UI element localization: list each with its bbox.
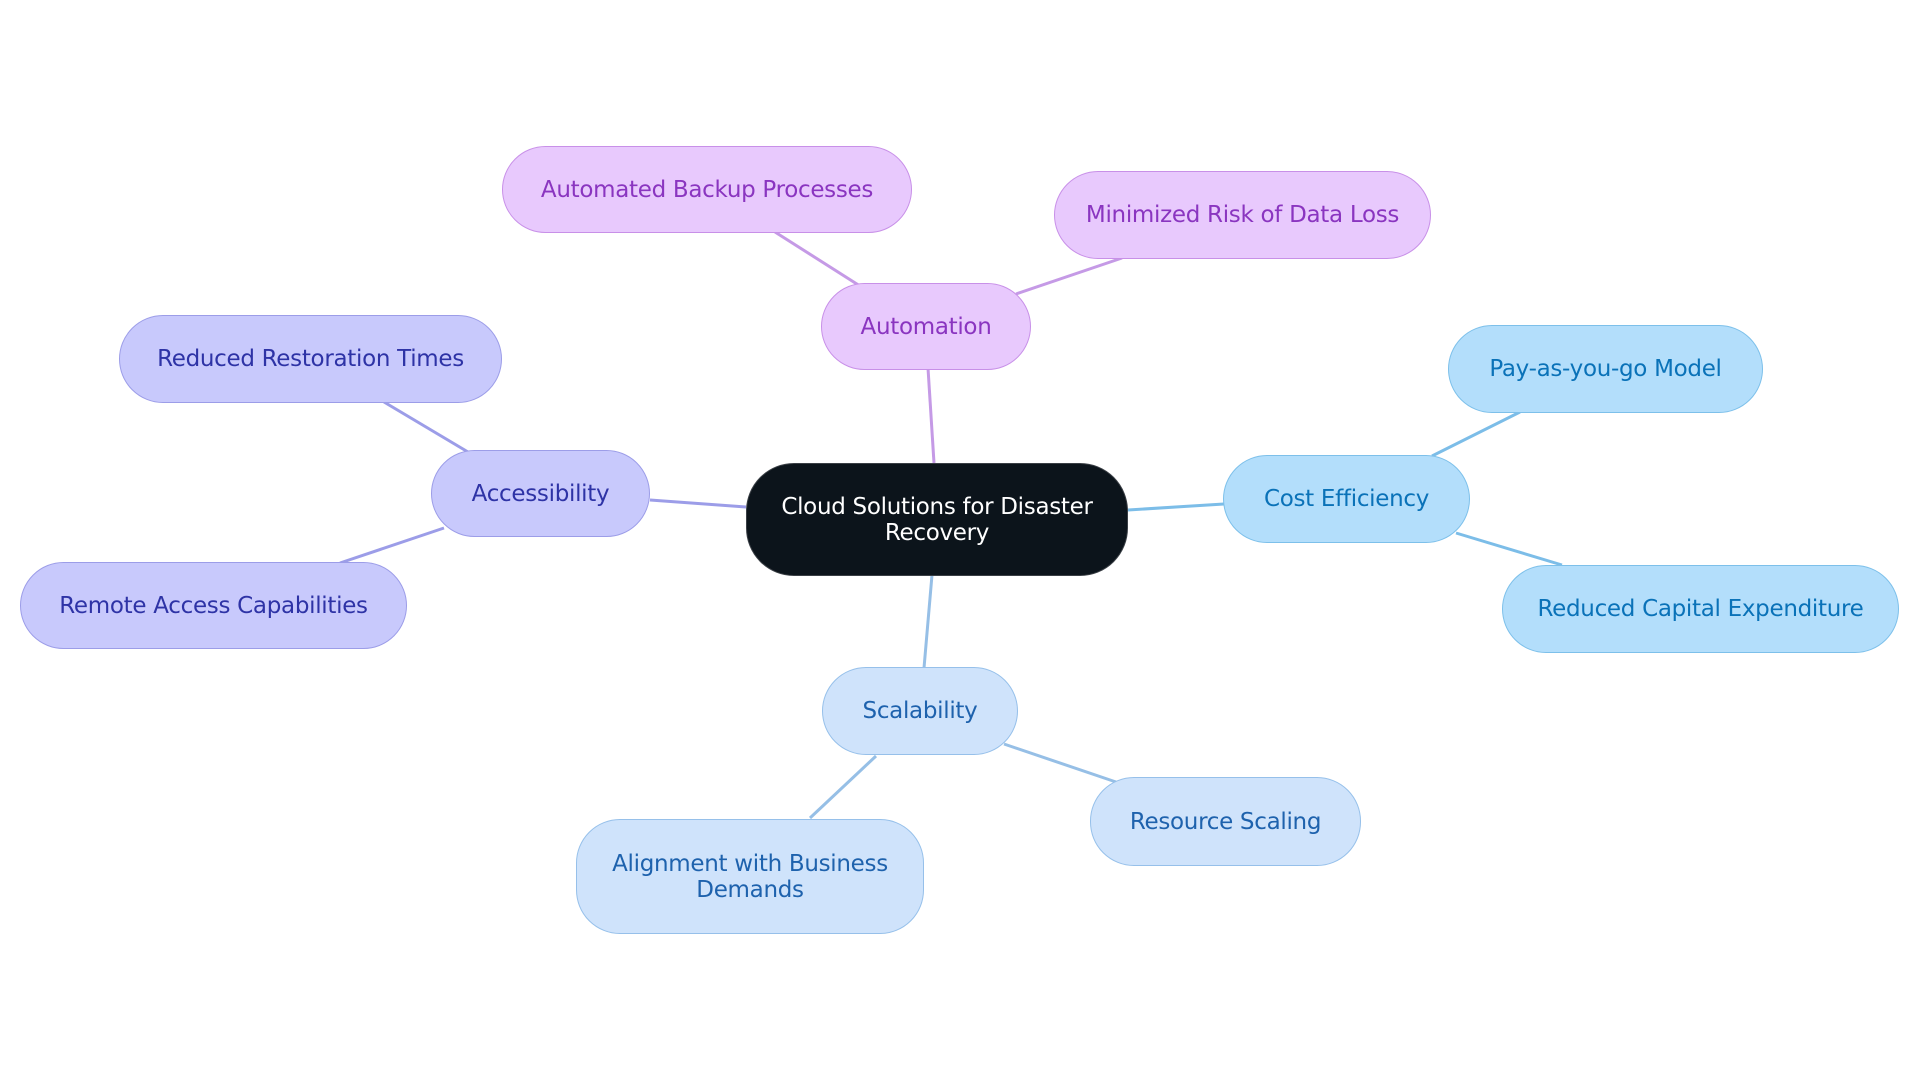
leaf-node-remote-access[interactable]: Remote Access Capabilities [20, 562, 407, 649]
branch-node-scalability[interactable]: Scalability [822, 667, 1018, 755]
edge-scalability-alignment [808, 754, 878, 820]
edge-automation-risk [1015, 256, 1123, 296]
branch-node-label: Scalability [862, 698, 978, 724]
branch-node-label: Accessibility [471, 480, 610, 507]
edge-automation-backup [774, 230, 861, 288]
root-node-label: Cloud Solutions for Disaster Recovery [781, 493, 1093, 546]
leaf-node-label: Minimized Risk of Data Loss [1085, 202, 1400, 228]
edge-root-automation [926, 367, 936, 464]
branch-node-label: Cost Efficiency [1263, 486, 1430, 512]
edge-cost-capex [1455, 531, 1563, 567]
branch-node-cost-efficiency[interactable]: Cost Efficiency [1223, 455, 1470, 543]
edge-root-cost [1127, 502, 1225, 512]
leaf-node-alignment[interactable]: Alignment with Business Demands [576, 819, 924, 934]
leaf-node-reduced-restoration[interactable]: Reduced Restoration Times [119, 315, 502, 403]
leaf-node-automated-backup[interactable]: Automated Backup Processes [502, 146, 912, 233]
leaf-node-pay-as-you-go[interactable]: Pay-as-you-go Model [1448, 325, 1763, 413]
leaf-node-label: Resource Scaling [1129, 808, 1322, 835]
edge-accessibility-remote [339, 526, 445, 565]
leaf-node-minimized-risk[interactable]: Minimized Risk of Data Loss [1054, 171, 1431, 259]
leaf-node-label: Reduced Capital Expenditure [1537, 596, 1864, 622]
leaf-node-label: Pay-as-you-go Model [1489, 356, 1722, 382]
leaf-node-reduced-capex[interactable]: Reduced Capital Expenditure [1502, 565, 1899, 653]
branch-node-automation[interactable]: Automation [821, 283, 1031, 370]
leaf-node-label: Remote Access Capabilities [59, 592, 368, 619]
leaf-node-label: Alignment with Business Demands [612, 850, 888, 903]
leaf-node-label: Reduced Restoration Times [157, 346, 464, 372]
leaf-node-resource-scaling[interactable]: Resource Scaling [1090, 777, 1361, 866]
edge-root-accessibility [649, 498, 747, 509]
edge-root-scalability [922, 574, 934, 669]
root-node[interactable]: Cloud Solutions for Disaster Recovery [746, 463, 1128, 576]
edge-accessibility-restoration [383, 400, 469, 454]
branch-node-accessibility[interactable]: Accessibility [431, 450, 650, 537]
edge-scalability-resource [1003, 742, 1117, 784]
leaf-node-label: Automated Backup Processes [540, 176, 874, 203]
branch-node-label: Automation [860, 313, 992, 340]
edge-cost-payg [1431, 410, 1521, 458]
